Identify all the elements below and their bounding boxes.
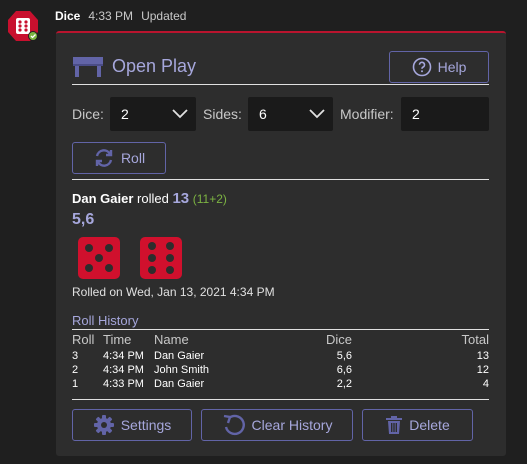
help-label: Help <box>437 59 467 75</box>
divider <box>72 179 489 180</box>
history-total: 12 <box>476 364 489 376</box>
rolled-on-timestamp: Rolled on Wed, Jan 13, 2021 4:34 PM <box>72 285 275 299</box>
gear-icon <box>93 415 114 435</box>
history-dice: 2,2 <box>336 378 352 390</box>
modifier-input[interactable]: 2 <box>401 97 489 131</box>
trash-icon <box>386 416 403 434</box>
history-dice: 6,6 <box>336 364 352 376</box>
message-status: Updated <box>141 9 187 23</box>
sides-label: Sides: <box>203 106 242 122</box>
bot-name[interactable]: Dice <box>55 9 80 23</box>
history-roll: 1 <box>72 378 79 390</box>
column-header-name: Name <box>154 332 189 347</box>
history-time: 4:33 PM <box>103 378 144 390</box>
settings-button[interactable]: Settings <box>72 409 192 441</box>
history-roll: 2 <box>72 364 79 376</box>
column-header-total: Total <box>461 332 489 347</box>
dice-values: 5,6 <box>72 211 95 228</box>
divider <box>72 84 489 85</box>
history-name: Dan Gaier <box>154 378 205 390</box>
column-header-roll: Roll <box>72 332 95 347</box>
dice-card: Open Play Help Dice: 2 Sides: 6 Modifier… <box>56 31 506 456</box>
die-face-6-icon <box>140 237 182 279</box>
dice-bot-avatar[interactable] <box>7 10 39 42</box>
chevron-down-icon <box>172 109 188 119</box>
clear-history-button[interactable]: Clear History <box>201 409 353 441</box>
history-header-row: Roll Time Name Dice Total <box>72 332 489 347</box>
history-total: 13 <box>476 350 489 362</box>
divider <box>72 399 489 400</box>
history-time: 4:34 PM <box>103 364 144 376</box>
history-name: Dan Gaier <box>154 350 205 362</box>
history-row: 1 4:33 PM Dan Gaier 2,2 4 <box>72 378 489 392</box>
table-icon <box>73 57 103 77</box>
dice-count-label: Dice: <box>72 106 104 122</box>
settings-label: Settings <box>120 417 172 433</box>
dice-count-value: 2 <box>121 106 129 122</box>
roll-label: Roll <box>120 150 146 166</box>
chevron-down-icon <box>309 109 325 119</box>
die-face-5-icon <box>78 237 120 279</box>
history-roll: 3 <box>72 350 79 362</box>
modifier-value: 2 <box>412 106 420 122</box>
delete-label: Delete <box>409 417 450 433</box>
roll-result: Dan Gaier rolled 13 (11+2) <box>72 190 227 207</box>
result-breakdown: (11+2) <box>192 192 227 206</box>
message-time: 4:33 PM <box>88 9 134 23</box>
message-header: Dice 4:33 PM Updated <box>55 9 186 23</box>
refresh-icon <box>95 149 113 167</box>
help-icon <box>412 57 431 77</box>
result-verb: rolled <box>137 191 169 206</box>
roll-button[interactable]: Roll <box>72 142 166 174</box>
result-player: Dan Gaier <box>72 191 134 206</box>
roll-history-title: Roll History <box>72 313 139 328</box>
modifier-label: Modifier: <box>340 106 394 122</box>
dice-count-select[interactable]: 2 <box>110 97 196 131</box>
undo-icon <box>223 414 245 436</box>
result-total: 13 <box>172 190 190 207</box>
history-time: 4:34 PM <box>103 350 144 362</box>
card-title: Open Play <box>112 56 197 76</box>
column-header-time: Time <box>103 332 132 347</box>
clear-history-label: Clear History <box>251 417 333 433</box>
column-header-dice: Dice <box>325 332 352 347</box>
sides-value: 6 <box>259 106 267 122</box>
history-dice: 5,6 <box>336 350 352 362</box>
history-row: 2 4:34 PM John Smith 6,6 12 <box>72 364 489 378</box>
help-button[interactable]: Help <box>389 51 489 83</box>
history-row: 3 4:34 PM Dan Gaier 5,6 13 <box>72 350 489 364</box>
divider <box>72 329 489 330</box>
online-status-icon <box>29 32 37 40</box>
delete-button[interactable]: Delete <box>362 409 473 441</box>
history-total: 4 <box>482 378 489 390</box>
history-name: John Smith <box>154 364 210 376</box>
sides-select[interactable]: 6 <box>248 97 333 131</box>
